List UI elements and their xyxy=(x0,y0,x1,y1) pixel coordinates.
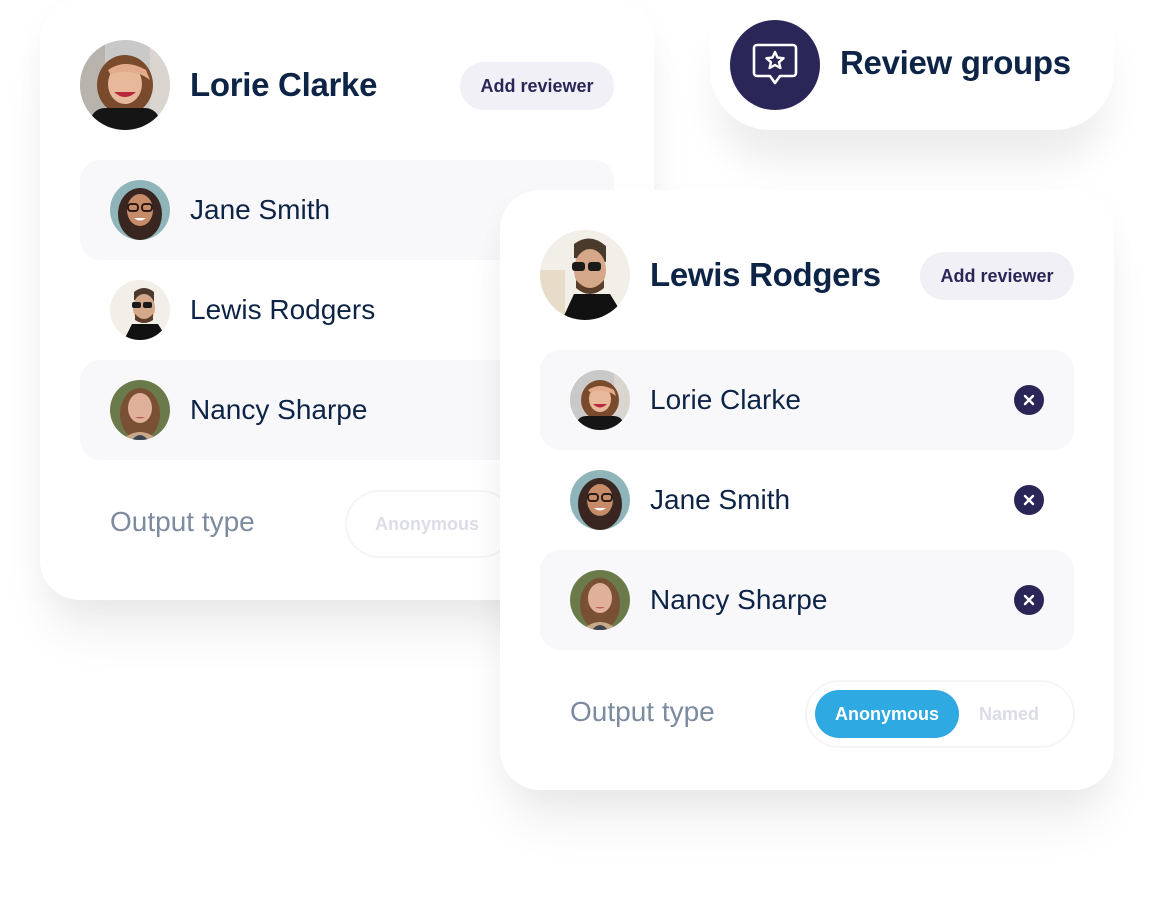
review-groups-header: Review groups xyxy=(710,0,1114,130)
avatar xyxy=(110,280,170,340)
review-groups-title: Review groups xyxy=(840,44,1071,81)
card-header: Lewis Rodgers xyxy=(540,230,881,320)
card-header: Lorie Clarke xyxy=(80,40,377,130)
avatar xyxy=(570,470,630,530)
remove-reviewer-button[interactable] xyxy=(1014,485,1044,515)
avatar xyxy=(110,380,170,440)
output-type-label: Output type xyxy=(110,506,255,537)
review-groups-badge xyxy=(730,20,820,110)
reviewer-name: Lorie Clarke xyxy=(650,384,801,415)
reviewer-card-lewis: Lewis Rodgers Add reviewer Lorie Clarke xyxy=(500,190,1114,790)
reviewer-name: Nancy Sharpe xyxy=(650,584,828,615)
avatar-jane-smith-icon xyxy=(570,470,630,530)
avatar xyxy=(540,230,630,320)
reviewer-name: Lewis Rodgers xyxy=(190,294,376,325)
avatar xyxy=(80,40,170,130)
option-anonymous[interactable]: Anonymous xyxy=(815,690,960,738)
avatar xyxy=(570,570,630,630)
reviewer-name: Jane Smith xyxy=(650,484,791,515)
avatar-nancy-sharpe-icon xyxy=(570,570,630,630)
avatar-lorie-clarke-icon xyxy=(570,370,630,430)
avatar xyxy=(570,370,630,430)
option-anonymous[interactable]: Anonymous xyxy=(355,500,499,548)
output-type-toggle[interactable]: Anonymous xyxy=(345,490,515,558)
list-item: Lorie Clarke xyxy=(540,350,1074,450)
list-item: Jane Smith xyxy=(540,450,1074,550)
close-icon xyxy=(1023,494,1035,506)
add-reviewer-button[interactable]: Add reviewer xyxy=(460,62,614,110)
option-named[interactable]: Named xyxy=(959,690,1059,738)
avatar-lorie-clarke-icon xyxy=(80,40,170,130)
card-owner-name: Lorie Clarke xyxy=(190,66,378,103)
add-reviewer-button[interactable]: Add reviewer xyxy=(920,252,1074,300)
remove-reviewer-button[interactable] xyxy=(1014,585,1044,615)
avatar-nancy-sharpe-icon xyxy=(110,380,170,440)
output-type-label: Output type xyxy=(570,696,715,727)
remove-reviewer-button[interactable] xyxy=(1014,385,1044,415)
avatar xyxy=(110,180,170,240)
output-type-toggle[interactable]: Anonymous Named xyxy=(805,680,1075,748)
reviewer-name: Jane Smith xyxy=(190,194,331,225)
review-groups-illustration: Lorie Clarke Add reviewer Jane Smith Lew… xyxy=(0,0,1154,910)
card-owner-name: Lewis Rodgers xyxy=(650,256,881,293)
reviewer-name: Nancy Sharpe xyxy=(190,394,368,425)
reviewer-list: Lorie Clarke Jane Smith Nancy Sharpe xyxy=(540,350,1074,650)
close-icon xyxy=(1023,394,1035,406)
list-item: Nancy Sharpe xyxy=(540,550,1074,650)
avatar-jane-smith-icon xyxy=(110,180,170,240)
star-message-icon xyxy=(752,43,798,85)
avatar-lewis-rodgers-icon xyxy=(110,280,170,340)
avatar-lewis-rodgers-icon xyxy=(540,230,630,320)
close-icon xyxy=(1023,594,1035,606)
